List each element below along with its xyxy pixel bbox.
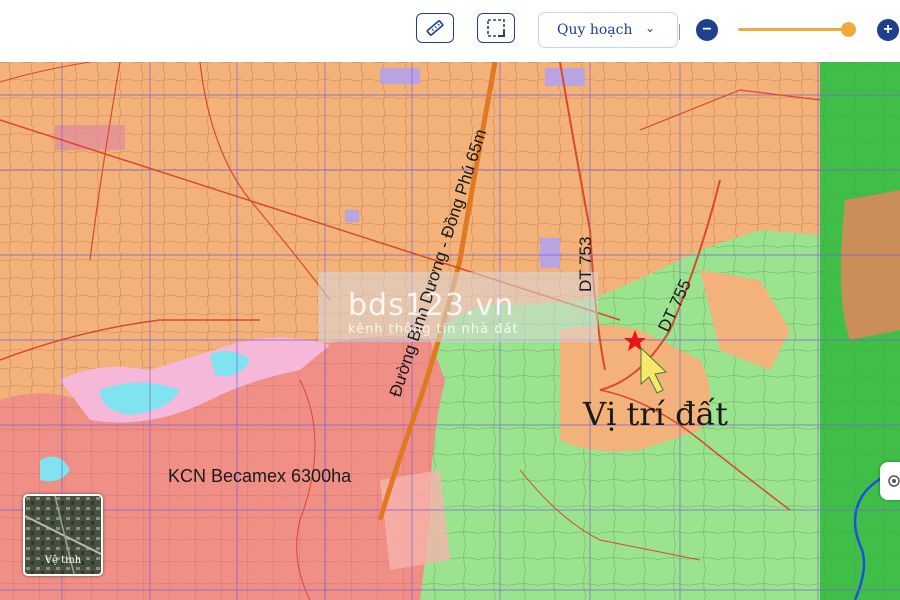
dashed-square-icon (487, 19, 505, 37)
side-control-button[interactable] (880, 462, 900, 500)
zoom-slider-thumb[interactable] (840, 22, 856, 37)
satellite-toggle[interactable]: Vệ tinh (23, 494, 103, 576)
toolbar-divider (679, 24, 680, 40)
locate-icon (888, 475, 900, 487)
planning-map: Đường Bình Dương - Đồng Phú 65m DT 753 D… (0, 62, 900, 600)
watermark-tagline: kênh thông tin nhà đất (348, 322, 519, 337)
satellite-toggle-label: Vệ tinh (44, 555, 82, 566)
watermark-brand: bds123.vn (348, 288, 514, 323)
industrial-zone-label: KCN Becamex 6300ha (168, 466, 352, 486)
map-toolbar: Quy hoạch ⌄ − + (0, 0, 900, 62)
chevron-down-icon: ⌄ (644, 21, 655, 35)
map-canvas[interactable]: Đường Bình Dương - Đồng Phú 65m DT 753 D… (0, 62, 900, 600)
ruler-icon (426, 20, 444, 36)
zoom-slider-track[interactable] (738, 28, 856, 31)
layer-select-value: Quy hoạch (557, 22, 633, 38)
zoom-out-button[interactable]: − (696, 19, 718, 41)
road-label-dt753: DT 753 (576, 237, 595, 292)
area-select-button[interactable] (477, 13, 515, 43)
layer-select[interactable]: Quy hoạch ⌄ (538, 12, 678, 48)
site-label: Vị trí đất (582, 395, 728, 433)
measure-button[interactable] (416, 13, 454, 43)
zoom-in-button[interactable]: + (877, 19, 899, 41)
